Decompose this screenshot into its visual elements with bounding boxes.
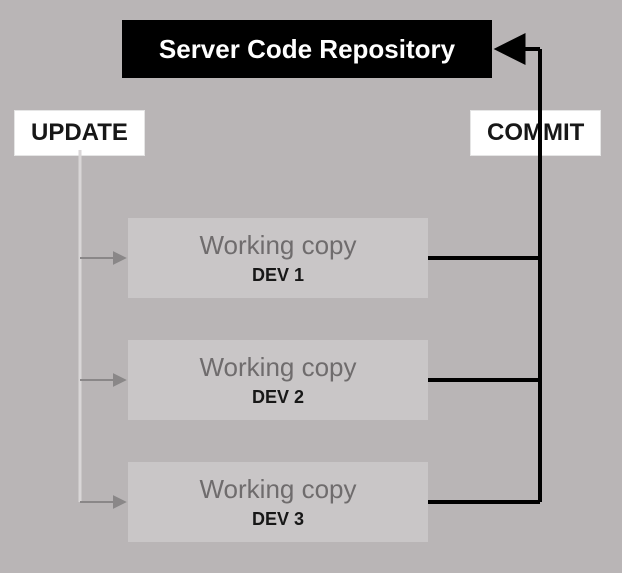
update-label: UPDATE [14, 110, 145, 156]
server-repository-title: Server Code Repository [159, 34, 455, 65]
working-copy-title-3: Working copy [199, 474, 356, 505]
working-copy-dev-2: DEV 2 [252, 387, 304, 408]
working-copy-title-2: Working copy [199, 352, 356, 383]
server-repository-box: Server Code Repository [122, 20, 492, 78]
commit-label: COMMIT [470, 110, 601, 156]
working-copy-dev-1: DEV 1 [252, 265, 304, 286]
working-copy-box-2: Working copy DEV 2 [128, 340, 428, 420]
working-copy-title-1: Working copy [199, 230, 356, 261]
working-copy-dev-3: DEV 3 [252, 509, 304, 530]
working-copy-box-3: Working copy DEV 3 [128, 462, 428, 542]
working-copy-box-1: Working copy DEV 1 [128, 218, 428, 298]
update-label-text: UPDATE [31, 119, 128, 146]
commit-label-text: COMMIT [487, 119, 584, 146]
